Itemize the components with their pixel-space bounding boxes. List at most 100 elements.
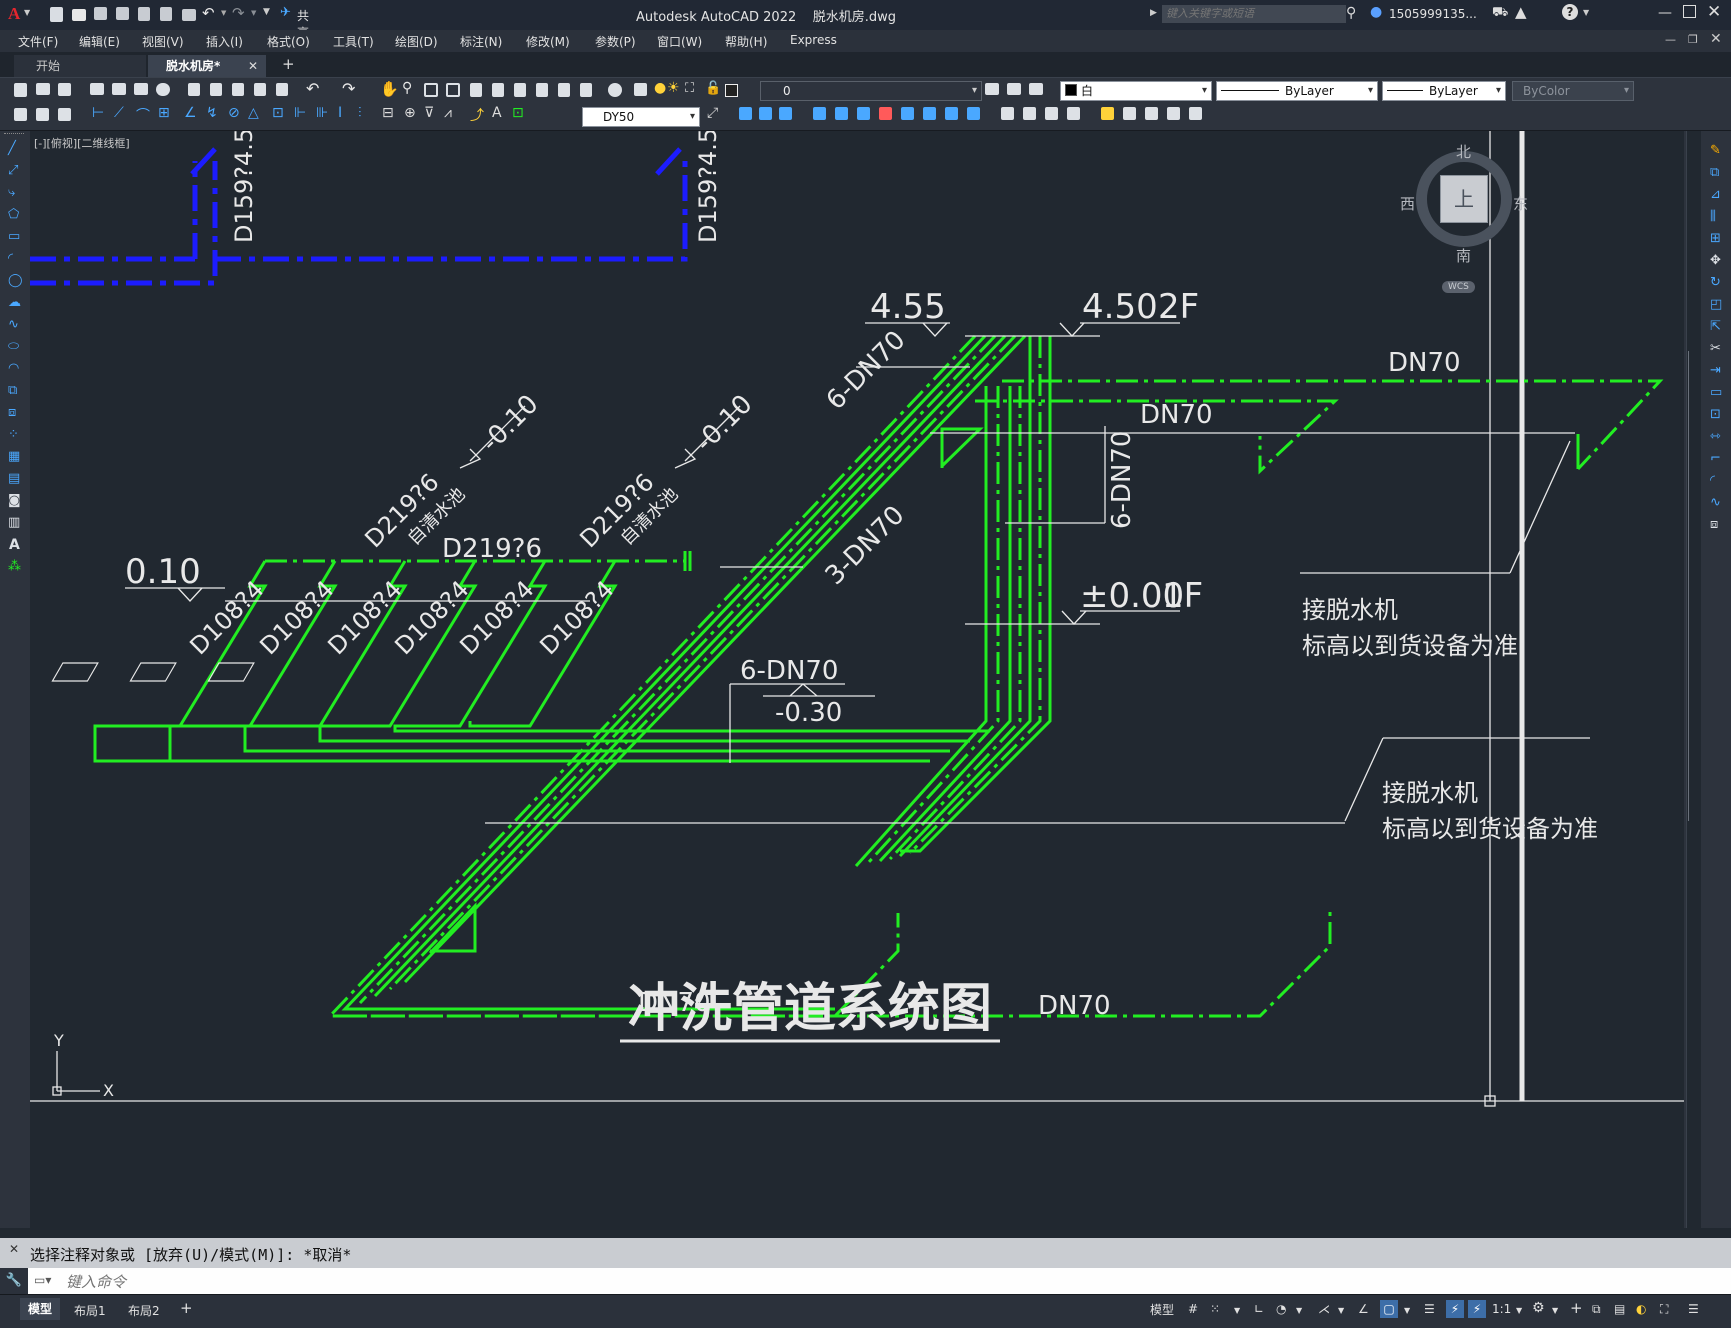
layout-tab-1[interactable]: 布局1 bbox=[74, 1302, 106, 1319]
undo-tb-icon[interactable]: ↶ bbox=[306, 79, 319, 98]
linetype-dropdown[interactable]: ByLayer ▾ bbox=[1216, 81, 1378, 101]
isodraft-dropdown-icon[interactable]: ▼ bbox=[1338, 1306, 1344, 1315]
copy-obj-tool-icon[interactable]: ⧉ bbox=[1710, 165, 1719, 180]
layer-dropdown[interactable]: 0 ▾ bbox=[760, 81, 982, 101]
menu-express[interactable]: Express bbox=[790, 33, 837, 47]
array-tool-icon[interactable]: ⊞ bbox=[1710, 231, 1721, 246]
customize-qat-icon[interactable]: ▼ bbox=[263, 7, 270, 17]
drawing-canvas[interactable]: [-][俯视][二维线框] .g{stroke:#22ee22;stroke-w… bbox=[30, 131, 1684, 1228]
layout-tab-model[interactable]: 模型 bbox=[20, 1298, 61, 1320]
annotation-scale[interactable]: 1:1 bbox=[1492, 1302, 1511, 1316]
redo-dropdown-icon[interactable]: ▼ bbox=[251, 9, 256, 17]
dim-linear-h-icon[interactable]: ⊢ bbox=[92, 105, 104, 121]
doc-restore-button[interactable]: ❐ bbox=[1688, 33, 1698, 46]
dimstyle-manager-icon[interactable]: ⤢ bbox=[707, 105, 718, 121]
new-tab-button[interactable]: + bbox=[282, 55, 295, 73]
menu-tools[interactable]: 工具(T) bbox=[333, 33, 374, 50]
lengthen-icon[interactable] bbox=[1145, 107, 1158, 120]
undo-icon[interactable]: ↶ bbox=[202, 4, 215, 22]
doc-minimize-button[interactable]: — bbox=[1665, 33, 1676, 46]
properties-icon[interactable] bbox=[470, 83, 482, 97]
scrollbar-thumb[interactable] bbox=[1688, 351, 1699, 821]
rectangle-tool-icon[interactable]: ▭ bbox=[8, 229, 20, 244]
dim-aligned-icon[interactable] bbox=[58, 108, 71, 121]
osnap-dropdown-icon[interactable]: ▼ bbox=[1404, 1306, 1410, 1315]
tab-start[interactable]: 开始 bbox=[14, 55, 146, 77]
gradient-tool-icon[interactable]: ▤ bbox=[8, 471, 20, 486]
rotate-tool-icon[interactable]: ↻ bbox=[1710, 275, 1721, 290]
scale-dropdown-icon[interactable]: ▼ bbox=[1516, 1306, 1522, 1315]
mtext-tool-icon[interactable]: A bbox=[9, 537, 20, 553]
save-tb-icon[interactable] bbox=[58, 83, 71, 96]
lock-icon[interactable]: 🔓 bbox=[705, 81, 721, 96]
trim-tool-icon[interactable]: ✂ bbox=[1710, 341, 1721, 356]
revcloud-tool-icon[interactable]: ☁ bbox=[8, 295, 21, 310]
chamfer-tool-icon[interactable]: ⌐ bbox=[1710, 451, 1721, 466]
explode-tool-icon[interactable]: ⧈ bbox=[1710, 517, 1718, 532]
copy-icon[interactable] bbox=[210, 83, 222, 96]
add-layout-button[interactable]: + bbox=[180, 1299, 193, 1317]
tab-close-icon[interactable]: ✕ bbox=[248, 55, 258, 77]
tolerance-icon[interactable]: ⊟ bbox=[382, 105, 394, 121]
make-current-icon[interactable] bbox=[985, 83, 999, 95]
open-icon[interactable] bbox=[36, 83, 50, 95]
user-icon[interactable]: ● bbox=[1370, 4, 1382, 20]
fullscreen-icon[interactable]: ⛶ bbox=[1660, 1302, 1668, 1317]
extend-tool-icon[interactable]: ⇥ bbox=[1710, 363, 1721, 378]
snap-dropdown-icon[interactable]: ▼ bbox=[1234, 1306, 1240, 1315]
move-icon[interactable] bbox=[835, 107, 848, 120]
undo-dropdown-icon[interactable]: ▼ bbox=[221, 9, 226, 17]
join-tool-icon[interactable]: ⇿ bbox=[1710, 429, 1721, 444]
dimtedit-icon[interactable]: A bbox=[492, 105, 502, 121]
isolate-icon[interactable]: ◐ bbox=[1636, 1302, 1646, 1316]
menu-format[interactable]: 格式(O) bbox=[267, 33, 310, 50]
open-file-icon[interactable] bbox=[72, 9, 86, 21]
make-block-tool-icon[interactable]: ⧈ bbox=[8, 405, 16, 420]
offset-icon[interactable] bbox=[1101, 107, 1114, 120]
new-file-icon[interactable] bbox=[50, 7, 63, 22]
polyline-tool-icon[interactable]: ⤷ bbox=[8, 185, 15, 200]
spline-tool-icon[interactable]: ∿ bbox=[8, 317, 19, 332]
dim-baseline-icon[interactable]: ⊩ bbox=[294, 105, 306, 121]
model-space-button[interactable]: 模型 bbox=[1150, 1301, 1174, 1318]
save-as-icon[interactable] bbox=[116, 7, 129, 20]
center-mark-icon[interactable]: ⊕ bbox=[404, 105, 416, 121]
open-web-icon[interactable] bbox=[138, 7, 150, 21]
dim-break-icon[interactable]: ⫶ bbox=[358, 105, 362, 121]
trim-icon[interactable] bbox=[901, 107, 914, 120]
dim-arc-icon[interactable]: ⌒ bbox=[136, 105, 150, 125]
command-close-icon[interactable]: ✕ bbox=[9, 1242, 19, 1256]
extend-icon[interactable] bbox=[923, 107, 936, 120]
erase-tool-icon[interactable]: ✎ bbox=[1710, 143, 1721, 158]
ellipse-tool-icon[interactable]: ⬭ bbox=[8, 339, 19, 354]
close-button[interactable]: ✕ bbox=[1707, 2, 1721, 22]
dim-update-icon[interactable]: ⊡ bbox=[512, 105, 524, 121]
viewcube-west[interactable]: 西 bbox=[1400, 193, 1415, 214]
dim-space-icon[interactable]: I bbox=[338, 105, 342, 121]
minimize-button[interactable]: — bbox=[1658, 5, 1672, 21]
menu-draw[interactable]: 绘图(D) bbox=[395, 33, 438, 50]
command-prompt-icon[interactable]: ▭▾ bbox=[34, 1273, 51, 1287]
units-icon[interactable]: ⧉ bbox=[1592, 1302, 1601, 1317]
menu-window[interactable]: 窗口(W) bbox=[657, 33, 702, 50]
customize-status-icon[interactable]: ☰ bbox=[1688, 1302, 1699, 1316]
doc-close-button[interactable]: ✕ bbox=[1710, 31, 1722, 47]
quickprops-icon[interactable]: ▤ bbox=[1614, 1302, 1625, 1316]
dim-aligned-2-icon[interactable]: ⟋ bbox=[114, 105, 124, 121]
snap-icon[interactable]: ⁙ bbox=[1210, 1302, 1220, 1316]
mirror-tool-icon[interactable]: ⊿ bbox=[1710, 187, 1721, 202]
viewcube[interactable]: 上 北 南 西 东 WCS bbox=[1400, 141, 1528, 293]
plot-tb-icon[interactable] bbox=[90, 83, 104, 95]
autocad-logo[interactable]: A bbox=[8, 4, 20, 24]
ucs-icon[interactable] bbox=[739, 107, 752, 120]
sheetset-icon[interactable] bbox=[536, 83, 548, 97]
chamfer-icon[interactable] bbox=[1001, 107, 1014, 120]
viewcube-north[interactable]: 北 bbox=[1456, 141, 1471, 162]
help-dropdown-icon[interactable]: ▼ bbox=[1583, 8, 1589, 17]
paste-icon[interactable] bbox=[232, 83, 244, 96]
redo-icon[interactable]: ↷ bbox=[232, 4, 245, 22]
annomonitor-icon[interactable]: + bbox=[1570, 1299, 1583, 1317]
ortho-icon[interactable]: ∟ bbox=[1254, 1302, 1264, 1316]
viewcube-south[interactable]: 南 bbox=[1456, 245, 1471, 266]
stretch-tool-icon[interactable]: ⇱ bbox=[1710, 319, 1721, 334]
